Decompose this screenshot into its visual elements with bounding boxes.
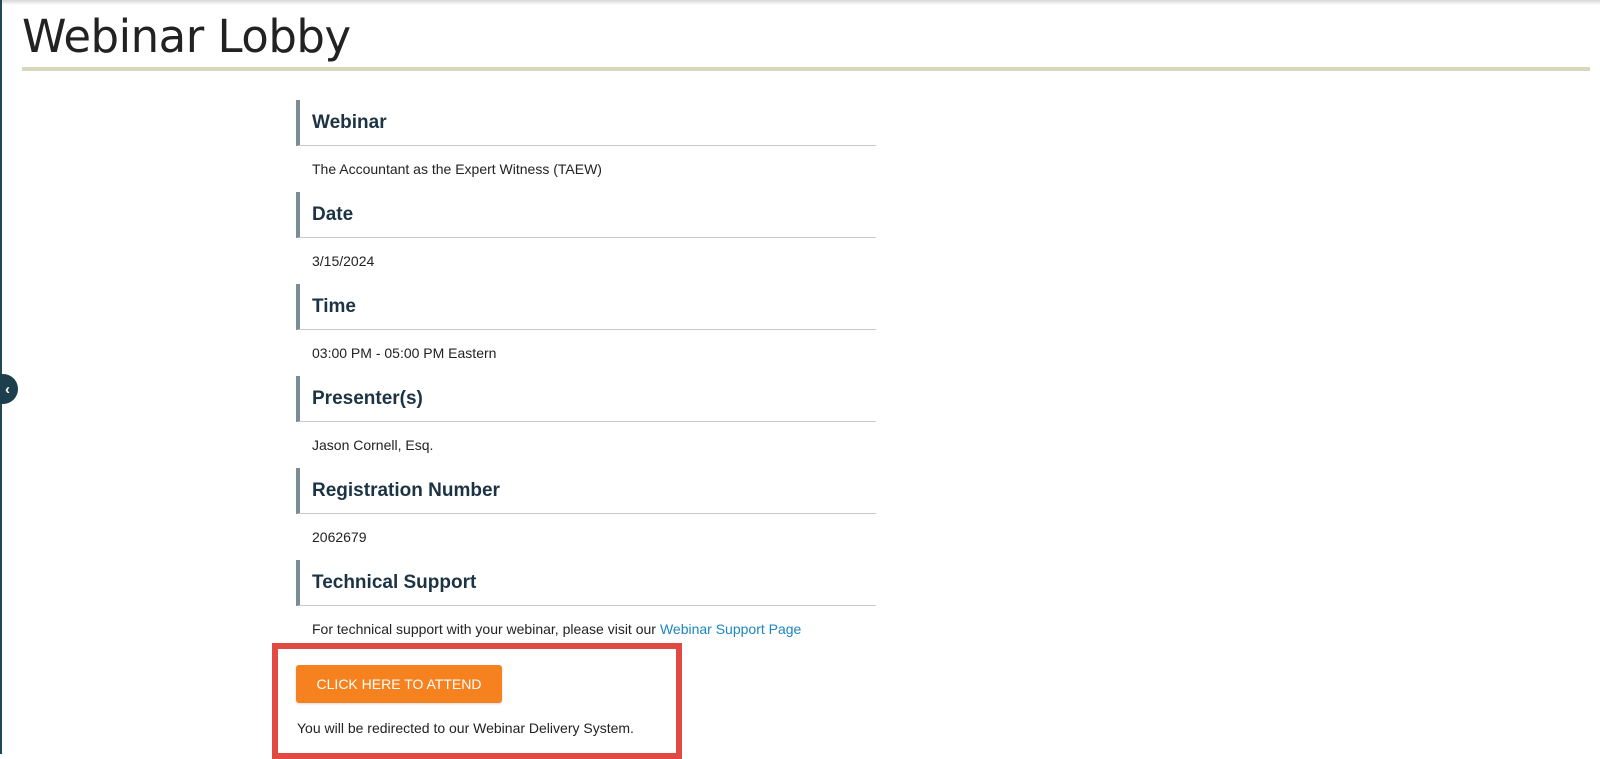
date-value: 3/15/2024 xyxy=(312,253,375,269)
page-title: Webinar Lobby xyxy=(22,10,351,63)
sidebar-collapse-button[interactable]: ‹ xyxy=(0,374,18,404)
webinar-heading: Webinar xyxy=(296,100,876,146)
webinar-title-value: The Accountant as the Expert Witness (TA… xyxy=(312,161,602,177)
webinar-details: Webinar The Accountant as the Expert Wit… xyxy=(296,100,876,652)
date-heading: Date xyxy=(296,192,876,238)
registration-number-value: 2062679 xyxy=(312,529,367,545)
title-underline xyxy=(22,67,1590,71)
click-here-to-attend-button[interactable]: CLICK HERE TO ATTEND xyxy=(296,665,502,703)
presenters-heading: Presenter(s) xyxy=(296,376,876,422)
technical-support-message: For technical support with your webinar,… xyxy=(312,621,656,637)
time-value: 03:00 PM - 05:00 PM Eastern xyxy=(312,345,497,361)
webinar-support-page-link[interactable]: Webinar Support Page xyxy=(660,621,801,637)
registration-number-heading: Registration Number xyxy=(296,468,876,514)
presenters-value: Jason Cornell, Esq. xyxy=(312,437,434,453)
time-heading: Time xyxy=(296,284,876,330)
technical-support-heading: Technical Support xyxy=(296,560,876,606)
redirect-note: You will be redirected to our Webinar De… xyxy=(297,720,634,736)
top-shadow xyxy=(0,0,1600,5)
chevron-left-icon: ‹ xyxy=(5,380,10,398)
